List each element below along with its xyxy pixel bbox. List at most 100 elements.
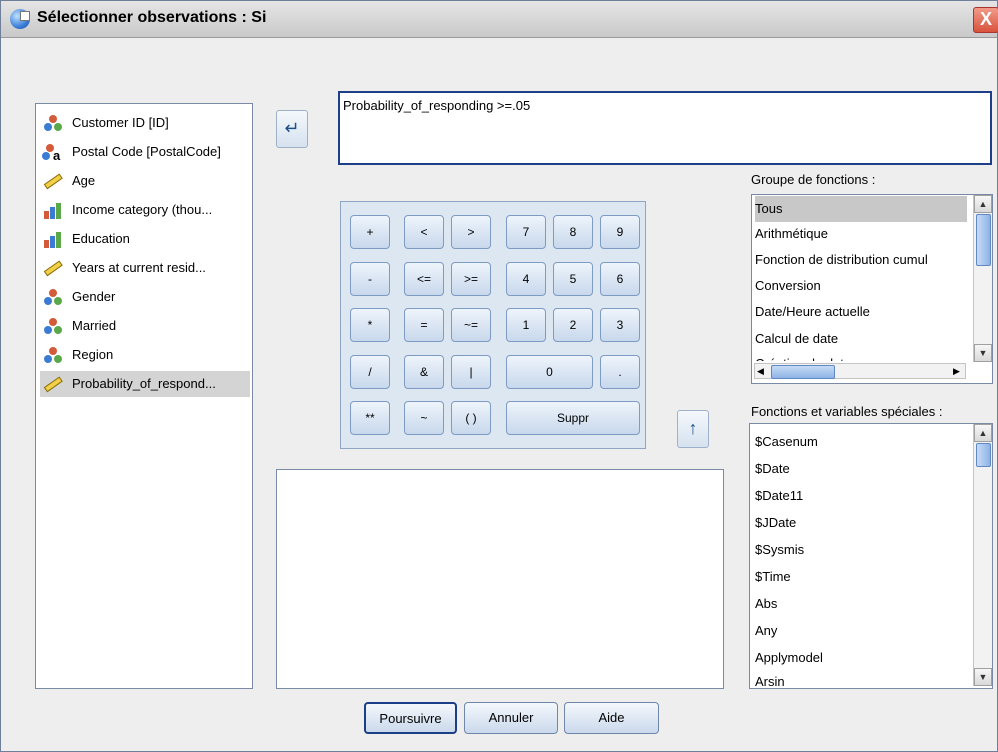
scroll-right-icon[interactable]: ▶	[953, 364, 960, 378]
scroll-down-icon[interactable]: ▼	[974, 344, 992, 362]
continue-button[interactable]: Poursuivre	[364, 702, 457, 734]
function-item[interactable]: $JDate	[755, 509, 967, 536]
function-group-item[interactable]: Conversion	[755, 273, 967, 299]
key-7[interactable]: 7	[506, 215, 546, 249]
function-description-area	[276, 469, 724, 689]
function-item[interactable]: Applymodel	[755, 644, 967, 671]
variable-list[interactable]: Customer ID [ID] a Postal Code [PostalCo…	[35, 103, 253, 689]
function-item[interactable]: $Time	[755, 563, 967, 590]
function-group-item[interactable]: Arithmétique	[755, 221, 967, 247]
variable-label: Married	[72, 318, 117, 333]
key-greater-than[interactable]: >	[451, 215, 491, 249]
help-button[interactable]: Aide	[564, 702, 659, 734]
variable-item[interactable]: Education	[40, 226, 250, 252]
variable-item[interactable]: Income category (thou...	[40, 197, 250, 223]
key-plus[interactable]: +	[350, 215, 390, 249]
key-less-than[interactable]: <	[404, 215, 444, 249]
function-group-item[interactable]: Date/Heure actuelle	[755, 299, 967, 325]
variable-item[interactable]: Years at current resid...	[40, 255, 250, 281]
up-arrow-icon: ↑	[688, 418, 698, 438]
key-6[interactable]: 6	[600, 262, 640, 296]
variable-label: Postal Code [PostalCode]	[72, 144, 221, 159]
function-item[interactable]: $Casenum	[755, 428, 967, 455]
key-not[interactable]: ~	[404, 401, 444, 435]
nominal-icon	[44, 318, 62, 334]
key-multiply[interactable]: *	[350, 308, 390, 342]
calculator-keypad: + < > 7 8 9 - <= >= 4 5 6 * = ~= 1 2 3 /…	[340, 201, 646, 449]
key-and[interactable]: &	[404, 355, 444, 389]
key-1[interactable]: 1	[506, 308, 546, 342]
function-item[interactable]: Any	[755, 617, 967, 644]
key-3[interactable]: 3	[600, 308, 640, 342]
variable-item[interactable]: Married	[40, 313, 250, 339]
key-or[interactable]: |	[451, 355, 491, 389]
variable-item[interactable]: Customer ID [ID]	[40, 110, 250, 136]
key-5[interactable]: 5	[553, 262, 593, 296]
scroll-up-icon[interactable]: ▲	[974, 195, 992, 213]
scroll-thumb[interactable]	[976, 214, 991, 266]
string-nominal-icon: a	[42, 144, 61, 161]
key-not-equal[interactable]: ~=	[451, 308, 491, 342]
variable-label: Education	[72, 231, 130, 246]
function-group-label: Groupe de fonctions :	[751, 172, 876, 187]
dialog-body: Customer ID [ID] a Postal Code [PostalCo…	[1, 38, 997, 751]
variable-label: Probability_of_respond...	[72, 376, 216, 391]
variable-label: Customer ID [ID]	[72, 115, 169, 130]
key-4[interactable]: 4	[506, 262, 546, 296]
dialog-window: Sélectionner observations : Si X Custome…	[0, 0, 998, 752]
key-0[interactable]: 0	[506, 355, 593, 389]
scroll-left-icon[interactable]: ◀	[757, 364, 764, 378]
function-group-item-selected[interactable]: Tous	[755, 196, 967, 222]
hscroll-thumb[interactable]	[771, 365, 835, 379]
variable-label: Age	[72, 173, 96, 188]
key-8[interactable]: 8	[553, 215, 593, 249]
insert-variable-button[interactable]: ↵	[276, 110, 308, 148]
variable-item[interactable]: a Postal Code [PostalCode]	[40, 139, 250, 165]
close-button[interactable]: X	[973, 7, 998, 33]
function-item[interactable]: $Sysmis	[755, 536, 967, 563]
ordinal-icon	[44, 232, 61, 248]
function-group-item[interactable]: Calcul de date	[755, 326, 967, 352]
key-decimal[interactable]: .	[600, 355, 640, 389]
key-less-equal[interactable]: <=	[404, 262, 444, 296]
key-equals[interactable]: =	[404, 308, 444, 342]
function-item[interactable]: $Date	[755, 455, 967, 482]
variable-label: Gender	[72, 289, 116, 304]
variable-item[interactable]: Region	[40, 342, 250, 368]
key-9[interactable]: 9	[600, 215, 640, 249]
insert-function-button[interactable]: ↑	[677, 410, 709, 448]
scroll-down-icon[interactable]: ▼	[974, 668, 992, 686]
function-group-list[interactable]: Tous Arithmétique Fonction de distributi…	[751, 194, 993, 384]
variable-item[interactable]: Gender	[40, 284, 250, 310]
functions-vscrollbar[interactable]: ▲ ▼	[973, 424, 992, 686]
title-bar[interactable]: Sélectionner observations : Si X	[1, 1, 998, 38]
scale-icon	[43, 173, 63, 190]
functions-list[interactable]: $Casenum $Date $Date11 $JDate $Sysmis $T…	[749, 423, 993, 689]
function-group-item[interactable]: Fonction de distribution cumul	[755, 247, 967, 273]
scroll-up-icon[interactable]: ▲	[974, 424, 992, 442]
key-2[interactable]: 2	[553, 308, 593, 342]
function-item[interactable]: $Date11	[755, 482, 967, 509]
key-parentheses[interactable]: ( )	[451, 401, 491, 435]
variable-label: Region	[72, 347, 114, 362]
key-greater-equal[interactable]: >=	[451, 262, 491, 296]
function-item[interactable]: Arsin	[755, 669, 967, 687]
svg-text:a: a	[53, 148, 61, 161]
key-divide[interactable]: /	[350, 355, 390, 389]
variable-item[interactable]: Age	[40, 168, 250, 194]
variable-label: Income category (thou...	[72, 202, 213, 217]
key-power[interactable]: **	[350, 401, 390, 435]
variable-item-selected[interactable]: Probability_of_respond...	[40, 371, 250, 397]
dialog-title: Sélectionner observations : Si	[37, 9, 267, 26]
function-group-hscrollbar[interactable]: ◀ ▶	[754, 363, 966, 379]
cancel-button[interactable]: Annuler	[464, 702, 558, 734]
expression-text: Probability_of_responding >=.05	[343, 98, 531, 113]
key-delete[interactable]: Suppr	[506, 401, 640, 435]
function-group-vscrollbar[interactable]: ▲ ▼	[973, 195, 992, 362]
scroll-thumb[interactable]	[976, 443, 991, 467]
function-group-item-partial[interactable]: Création de date	[755, 351, 967, 361]
expression-textarea[interactable]: Probability_of_responding >=.05	[338, 91, 992, 165]
nominal-icon	[44, 115, 62, 131]
function-item[interactable]: Abs	[755, 590, 967, 617]
key-minus[interactable]: -	[350, 262, 390, 296]
